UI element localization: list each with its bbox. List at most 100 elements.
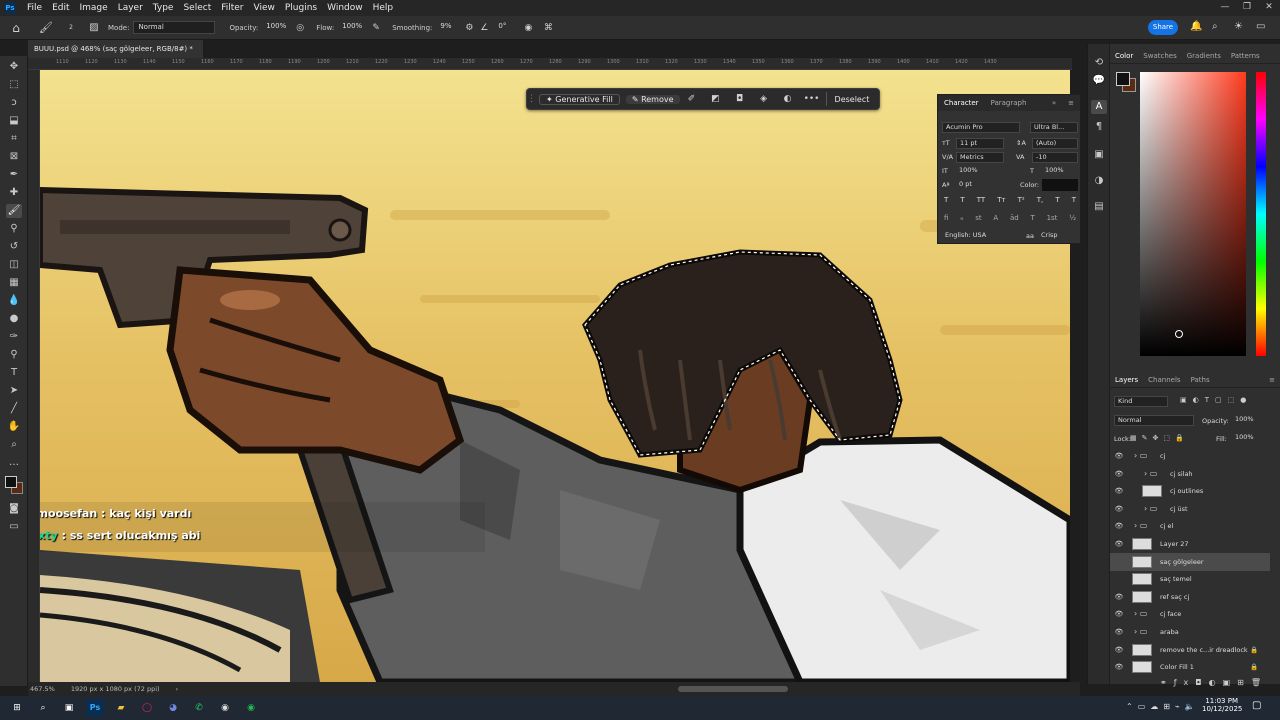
status-expand-icon[interactable]: › [176, 685, 179, 693]
notification-center-icon[interactable]: ▢ [1252, 700, 1261, 711]
layer-row[interactable]: 👁 › ▭ cj üst [1110, 500, 1270, 518]
mode-select[interactable]: Normal [133, 21, 216, 34]
faux-bold-button[interactable]: T [944, 196, 948, 204]
search-icon[interactable]: ⌕ [1212, 21, 1218, 32]
zoom-level[interactable]: 467.5% [30, 685, 55, 693]
tab-layers[interactable]: Layers [1110, 372, 1143, 388]
foreground-background-swatch[interactable] [1116, 72, 1136, 92]
symmetry-icon[interactable]: ⌘ [538, 23, 558, 33]
system-tray-icons[interactable]: ⌃▭☁⊞⌁🔈 [1126, 702, 1200, 711]
invert-selection-icon[interactable]: ◩ [704, 94, 728, 104]
tab-channels[interactable]: Channels [1143, 372, 1185, 388]
menu-view[interactable]: View [249, 0, 280, 16]
eye-visible-icon[interactable]: 👁 [1114, 588, 1124, 606]
fill-field[interactable]: 100% [1232, 433, 1260, 444]
menu-help[interactable]: Help [368, 0, 399, 16]
line-tool-icon[interactable]: ╱ [6, 402, 22, 416]
task-view-icon[interactable]: ▣ [60, 699, 78, 717]
eye-visible-icon[interactable]: 👁 [1114, 517, 1124, 535]
eye-visible-icon[interactable]: 👁 [1114, 605, 1124, 623]
obs-icon[interactable]: ◉ [216, 699, 234, 717]
layer-row[interactable]: 👁 › ▭ cj el [1110, 517, 1270, 535]
pen-tool-icon[interactable]: ✑ [6, 330, 22, 344]
horizontal-scale-field[interactable]: 100% [1042, 166, 1078, 177]
menu-layer[interactable]: Layer [113, 0, 148, 16]
home-icon[interactable]: ⌂ [4, 21, 28, 35]
angle-field[interactable]: 0° [494, 21, 518, 34]
menu-edit[interactable]: Edit [47, 0, 74, 16]
eye-visible-icon[interactable]: 👁 [1114, 535, 1124, 553]
flow-field[interactable]: 100% [338, 21, 366, 34]
menu-plugins[interactable]: Plugins [280, 0, 322, 16]
healing-brush-tool-icon[interactable]: ✚ [6, 186, 22, 200]
horizontal-scrollbar[interactable] [678, 686, 788, 692]
gradient-tool-icon[interactable]: ▦ [6, 276, 22, 290]
history-brush-tool-icon[interactable]: ↺ [6, 240, 22, 254]
move-tool-icon[interactable]: ✥ [6, 60, 22, 74]
layer-opacity-field[interactable]: 100% [1232, 415, 1260, 426]
folder-icon[interactable]: › ▭ [1144, 465, 1157, 483]
brush-settings-icon[interactable]: ▨ [86, 22, 102, 33]
antialias-select[interactable]: Crisp [1038, 231, 1078, 242]
minimize-icon[interactable]: — [1214, 0, 1236, 14]
kerning-field[interactable]: Metrics [956, 152, 1004, 163]
menu-type[interactable]: Type [148, 0, 179, 16]
paragraph-panel-icon[interactable]: ¶ [1091, 120, 1107, 134]
pressure-opacity-icon[interactable]: ◎ [290, 23, 310, 33]
subscript-button[interactable]: T, [1037, 196, 1044, 204]
share-button[interactable]: Share [1148, 20, 1178, 35]
menu-image[interactable]: Image [75, 0, 113, 16]
path-selection-tool-icon[interactable]: ➤ [6, 384, 22, 398]
airbrush-icon[interactable]: ✎ [366, 23, 386, 33]
document-tab[interactable]: BUUU.psd @ 468% (saç gölgeleer, RGB/8#) … [28, 40, 203, 71]
remove-button[interactable]: ✎ Remove [625, 94, 680, 104]
menu-file[interactable]: File [22, 0, 47, 16]
panel-menu-icon[interactable]: ≡ [1062, 95, 1080, 111]
titling-alternates-button[interactable]: T [1031, 214, 1035, 222]
notifications-bell-icon[interactable]: 🔔 [1190, 21, 1202, 32]
layers-panel-menu-icon[interactable]: ≡ [1264, 372, 1280, 388]
frame-tool-icon[interactable]: ⊠ [6, 150, 22, 164]
tab-paths[interactable]: Paths [1186, 372, 1215, 388]
eyedropper-tool-icon[interactable]: ✒ [6, 168, 22, 182]
brush-tool-icon[interactable]: 🖌 [36, 21, 56, 34]
tab-patterns[interactable]: Patterns [1226, 48, 1265, 64]
zoom-tool-icon[interactable]: ⌕ [6, 438, 22, 452]
eraser-tool-icon[interactable]: ◫ [6, 258, 22, 272]
windows-start-icon[interactable]: ⊞ [8, 699, 26, 717]
brightness-icon[interactable]: ☀ [1234, 21, 1243, 32]
eye-visible-icon[interactable]: 👁 [1114, 500, 1124, 518]
create-mask-icon[interactable]: ◘ [728, 94, 752, 104]
eye-visible-icon[interactable]: 👁 [1114, 623, 1124, 641]
deselect-button[interactable]: Deselect [829, 95, 876, 104]
adjustment-layer-icon[interactable]: ◐ [776, 94, 800, 104]
generative-fill-button[interactable]: ✦ Generative Fill [539, 93, 620, 105]
modify-selection-icon[interactable]: ✐ [680, 94, 704, 104]
taskbar-search-icon[interactable]: ⌕ [34, 699, 52, 717]
folder-icon[interactable]: › ▭ [1134, 517, 1147, 535]
ligatures-button[interactable]: fi [944, 214, 948, 222]
smoothing-options-gear-icon[interactable]: ⚙ [460, 23, 478, 33]
eye-visible-icon[interactable]: 👁 [1114, 447, 1124, 465]
freeform-pen-icon[interactable]: ⚲ [6, 348, 22, 362]
file-explorer-icon[interactable]: ▰ [112, 699, 130, 717]
opera-gx-icon[interactable]: ◯ [138, 699, 156, 717]
tab-gradients[interactable]: Gradients [1182, 48, 1226, 64]
underline-button[interactable]: T [1055, 196, 1059, 204]
layer-row[interactable]: 👁 remove the c...ir dreadlock 🔒 [1110, 641, 1270, 659]
blend-mode-select[interactable]: Normal [1114, 415, 1194, 426]
marquee-tool-icon[interactable]: ⬚ [6, 78, 22, 92]
object-selection-tool-icon[interactable]: ⬓ [6, 114, 22, 128]
comments-panel-icon[interactable]: 💬 [1091, 74, 1107, 88]
font-style-select[interactable]: Ultra Bl... [1030, 122, 1078, 133]
all-caps-button[interactable]: TT [977, 196, 985, 204]
tracking-field[interactable]: -10 [1032, 152, 1078, 163]
libraries-panel-icon[interactable]: ▣ [1091, 148, 1107, 162]
drag-handle-icon[interactable]: ⋮ [527, 94, 536, 104]
properties-panel-icon[interactable]: ▤ [1091, 200, 1107, 214]
stylistic-alternates-button[interactable]: ād [1010, 214, 1019, 222]
layer-row[interactable]: 👁 › ▭ cj [1110, 447, 1270, 465]
font-family-select[interactable]: Acumin Pro [942, 122, 1020, 133]
lasso-tool-icon[interactable]: ↄ [6, 96, 22, 110]
superscript-button[interactable]: T² [1018, 196, 1025, 204]
